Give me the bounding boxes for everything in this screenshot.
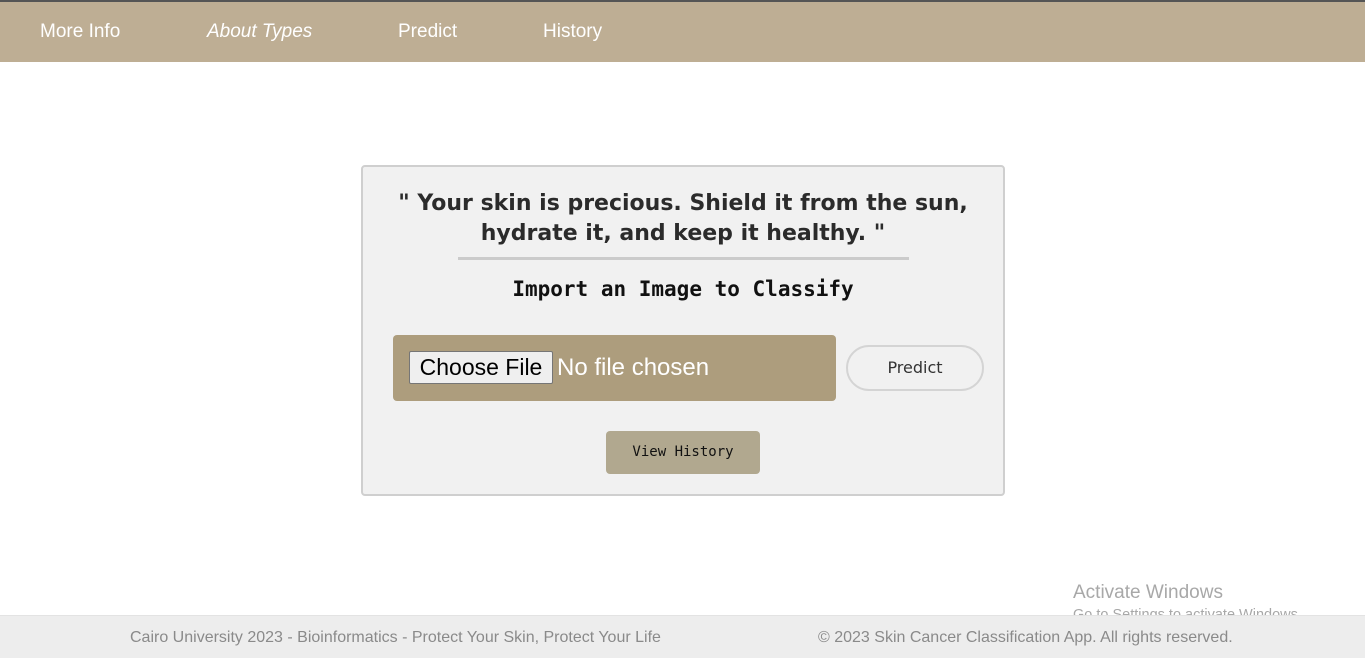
file-status-text: No file chosen: [557, 354, 710, 381]
upload-title: Import an Image to Classify: [512, 277, 854, 301]
footer-copyright: © 2023 Skin Cancer Classification App. A…: [818, 629, 1233, 646]
quote-text: " Your skin is precious. Shield it from …: [398, 191, 968, 246]
nav-link-about-types[interactable]: About Types: [207, 2, 312, 62]
nav-link-more-info[interactable]: More Info: [40, 2, 120, 62]
footer-left-text: Cairo University 2023 - Bioinformatics -…: [130, 629, 661, 646]
navbar: More Info About Types Predict History: [0, 2, 1365, 62]
file-input-container: Choose File No file chosen: [393, 335, 836, 401]
predict-button[interactable]: Predict: [846, 345, 984, 391]
nav-link-history[interactable]: History: [543, 2, 602, 62]
windows-activation-title: Activate Windows: [1073, 582, 1223, 603]
upload-card: " Your skin is precious. Shield it from …: [361, 165, 1005, 496]
divider: [458, 257, 909, 260]
nav-link-predict[interactable]: Predict: [398, 2, 457, 62]
view-history-button[interactable]: View History: [606, 431, 760, 474]
choose-file-button[interactable]: Choose File: [409, 351, 553, 384]
footer: Cairo University 2023 - Bioinformatics -…: [0, 615, 1365, 658]
